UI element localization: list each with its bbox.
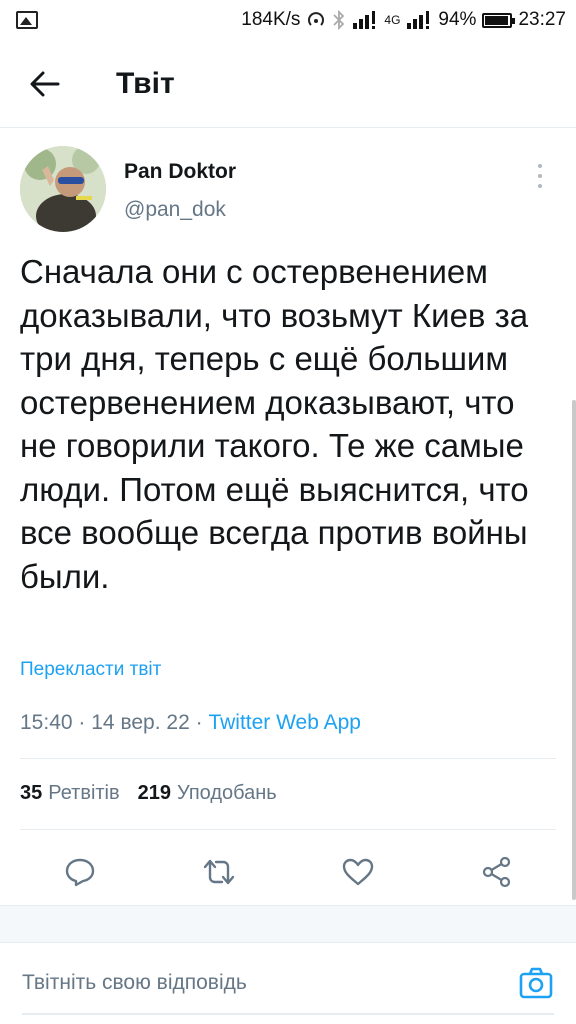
reply-button[interactable] xyxy=(50,847,110,897)
section-separator xyxy=(0,905,576,943)
divider xyxy=(20,829,556,830)
likes-count: 219 xyxy=(137,782,172,804)
divider xyxy=(20,758,556,759)
author-name[interactable]: Pan Doktor xyxy=(124,160,236,184)
more-dot-icon xyxy=(538,174,542,178)
reply-icon xyxy=(65,858,94,887)
tweet-date: 14 вер. 22 xyxy=(91,711,190,734)
retweet-button[interactable] xyxy=(189,847,249,897)
status-bar: 184K/s 4G 94% 23:27 xyxy=(0,0,576,40)
bluetooth-icon xyxy=(333,10,345,30)
like-icon xyxy=(342,858,373,886)
signal-icon xyxy=(353,11,376,29)
clock: 23:27 xyxy=(518,9,566,30)
signal-icon-2 xyxy=(407,11,430,29)
avatar[interactable] xyxy=(20,146,106,232)
share-icon xyxy=(482,856,510,888)
retweet-icon xyxy=(203,859,234,885)
network-type: 4G xyxy=(384,13,401,27)
page-title: Твіт xyxy=(116,66,175,100)
like-button[interactable] xyxy=(328,847,388,897)
tweet-time: 15:40 xyxy=(20,711,73,734)
more-dot-icon xyxy=(538,164,542,168)
author-handle[interactable]: @pan_dok xyxy=(124,198,226,222)
reply-bar xyxy=(0,943,576,1024)
likes-label: Уподобань xyxy=(177,782,277,804)
gallery-icon xyxy=(16,11,38,29)
retweets-count: 35 xyxy=(20,782,43,804)
tweet-actions xyxy=(0,844,576,900)
share-button[interactable] xyxy=(467,847,527,897)
camera-button[interactable] xyxy=(518,965,554,1001)
meta-separator: · xyxy=(78,711,86,734)
network-speed: 184K/s xyxy=(241,9,301,30)
app-header: Твіт xyxy=(0,40,576,128)
retweets-stat[interactable]: 35 Ретвітів xyxy=(20,782,120,805)
avatar-image xyxy=(20,146,106,232)
battery-icon xyxy=(482,12,516,28)
likes-stat[interactable]: 219 Уподобань xyxy=(138,782,277,805)
reply-input[interactable] xyxy=(22,971,492,995)
reply-underline xyxy=(22,1013,554,1015)
tweet-text: Сначала они с остервенением доказывали, … xyxy=(20,253,529,595)
scrollbar[interactable] xyxy=(572,400,576,900)
tweet-source-link[interactable]: Twitter Web App xyxy=(208,711,361,734)
camera-icon xyxy=(519,967,553,999)
translate-tweet-link[interactable]: Перекласти твіт xyxy=(20,659,161,681)
tweet-stats: 35 Ретвітів 219 Уподобань xyxy=(20,782,277,805)
hotspot-icon xyxy=(308,12,325,26)
back-button[interactable] xyxy=(10,54,80,114)
meta-separator: · xyxy=(195,711,203,734)
arrow-left-icon xyxy=(30,71,60,96)
tweet-author: Pan Doktor @pan_dok xyxy=(0,128,576,232)
more-dot-icon xyxy=(538,184,542,188)
retweets-label: Ретвітів xyxy=(48,782,120,804)
more-options-button[interactable] xyxy=(530,164,550,188)
tweet: Pan Doktor @pan_dok Сначала они с остерв… xyxy=(0,128,576,888)
tweet-meta: 15:40 · 14 вер. 22 · Twitter Web App xyxy=(20,711,361,735)
battery-percent: 94% xyxy=(438,9,477,30)
